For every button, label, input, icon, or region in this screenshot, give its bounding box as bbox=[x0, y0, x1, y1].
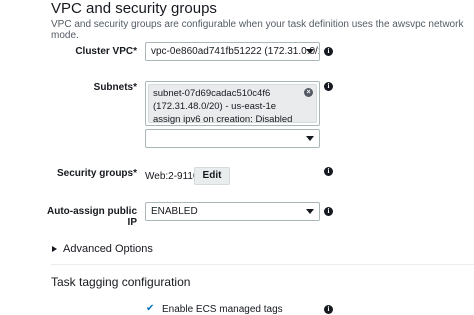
security-groups-value: Web:2-9110 bbox=[145, 171, 199, 182]
subnets-add-select[interactable] bbox=[145, 129, 320, 148]
cluster-vpc-value: vpc-0e860ad741fb51222 (172.31.0.0/16) bbox=[151, 46, 320, 57]
info-icon[interactable]: i bbox=[324, 82, 333, 91]
checkbox-checked-icon[interactable]: ✔ bbox=[146, 303, 154, 314]
info-icon[interactable]: i bbox=[324, 305, 333, 314]
section-description: VPC and security groups are configurable… bbox=[51, 19, 464, 41]
info-icon[interactable]: i bbox=[324, 167, 333, 176]
caret-right-icon bbox=[52, 246, 57, 252]
section-divider bbox=[51, 264, 474, 265]
info-icon[interactable]: i bbox=[324, 47, 333, 56]
caret-down-icon bbox=[306, 136, 314, 141]
auto-assign-ip-label-line2: IP bbox=[127, 217, 137, 228]
subnet-chip-ipv6: assign ipv6 on creation: Disabled bbox=[153, 114, 293, 125]
caret-down-icon bbox=[306, 209, 314, 214]
subnet-chip-id: subnet-07d69cadac510c4f6 bbox=[153, 88, 271, 99]
remove-subnet-icon[interactable]: × bbox=[304, 88, 313, 97]
edit-security-groups-button[interactable]: Edit bbox=[194, 167, 230, 185]
subnets-multiselect[interactable]: subnet-07d69cadac510c4f6 (172.31.48.0/20… bbox=[145, 81, 320, 126]
cluster-vpc-label: Cluster VPC* bbox=[75, 46, 137, 57]
security-groups-label: Security groups* bbox=[56, 168, 137, 179]
subnet-chip-cidr: (172.31.48.0/20) - us-east-1e bbox=[153, 101, 277, 112]
enable-ecs-managed-tags-label: Enable ECS managed tags bbox=[162, 304, 283, 315]
subnets-label: Subnets* bbox=[93, 82, 137, 93]
auto-assign-ip-label: Auto-assign public IP bbox=[47, 206, 137, 228]
caret-down-icon bbox=[306, 49, 314, 54]
info-icon[interactable]: i bbox=[324, 207, 333, 216]
section-title-vpc: VPC and security groups bbox=[51, 0, 217, 17]
cluster-vpc-select[interactable]: vpc-0e860ad741fb51222 (172.31.0.0/16) bbox=[145, 42, 320, 61]
auto-assign-ip-label-line1: Auto-assign public bbox=[47, 206, 137, 217]
section-title-task-tagging: Task tagging configuration bbox=[51, 275, 191, 289]
auto-assign-ip-value: ENABLED bbox=[151, 206, 198, 217]
auto-assign-ip-select[interactable]: ENABLED bbox=[145, 202, 320, 221]
advanced-options-label: Advanced Options bbox=[63, 243, 153, 255]
subnet-chip: subnet-07d69cadac510c4f6 (172.31.48.0/20… bbox=[148, 84, 317, 125]
